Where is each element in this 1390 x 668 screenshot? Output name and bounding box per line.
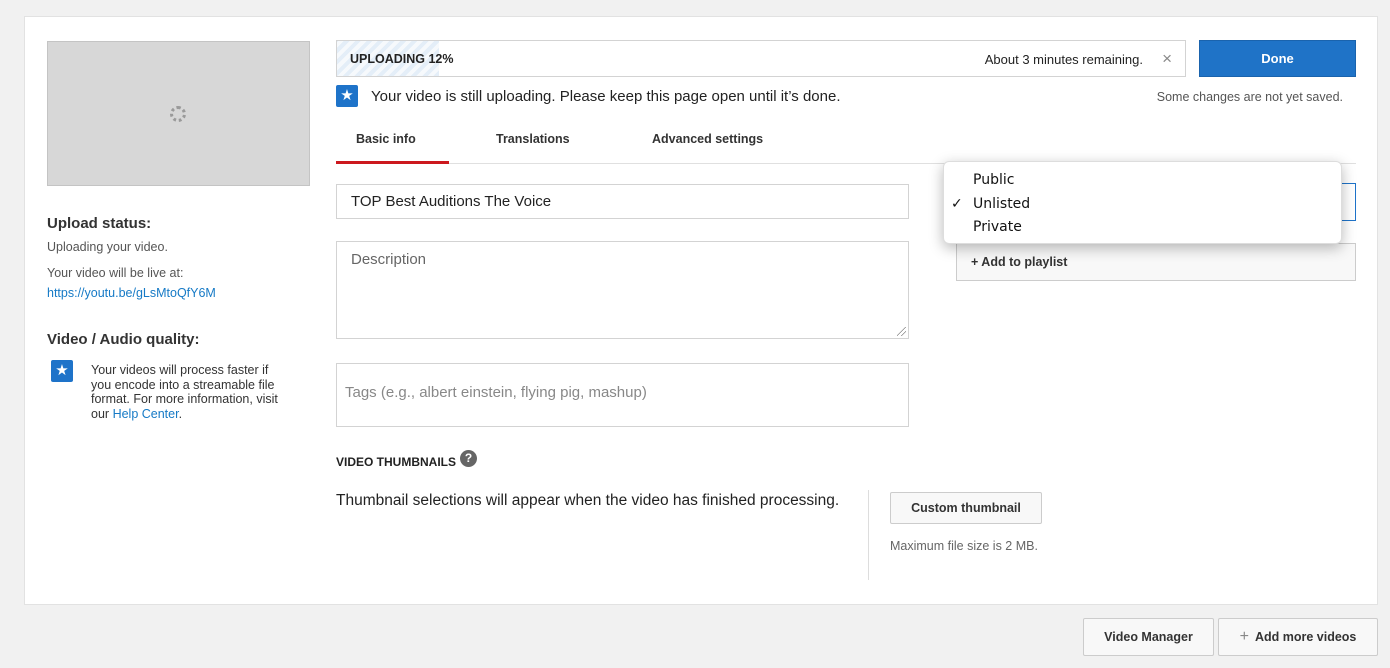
upload-progress-label: UPLOADING 12% <box>350 52 454 66</box>
privacy-option-public[interactable]: Public <box>944 169 1341 193</box>
privacy-option-label: Private <box>973 219 1022 235</box>
live-at-text: Your video will be live at: <box>47 266 184 280</box>
tab-bar: Basic info Translations Advanced setting… <box>336 122 1356 164</box>
video-thumbnails-label: VIDEO THUMBNAILS <box>336 455 456 469</box>
add-to-playlist-button[interactable]: + Add to playlist <box>956 243 1356 281</box>
privacy-dropdown-menu: Public ✓ Unlisted Private <box>943 161 1342 244</box>
privacy-option-label: Public <box>973 172 1015 188</box>
privacy-option-private[interactable]: Private <box>944 216 1341 240</box>
resize-grip-icon[interactable] <box>897 327 906 336</box>
checkmark-icon: ✓ <box>951 195 963 212</box>
active-tab-indicator <box>336 161 449 164</box>
tab-translations[interactable]: Translations <box>496 132 570 146</box>
max-file-size-note: Maximum file size is 2 MB. <box>890 539 1038 553</box>
video-url-link[interactable]: https://youtu.be/gLsMtoQfY6M <box>47 286 216 300</box>
help-center-link[interactable]: Help Center <box>113 407 179 421</box>
quality-heading: Video / Audio quality: <box>47 331 200 348</box>
video-thumbnail-preview <box>47 41 310 186</box>
privacy-option-unlisted[interactable]: ✓ Unlisted <box>944 193 1341 217</box>
question-circle-icon[interactable]: ? <box>460 450 477 467</box>
done-button[interactable]: Done <box>1199 40 1356 77</box>
plus-icon: + <box>1239 628 1249 645</box>
upload-notice-text: Your video is still uploading. Please ke… <box>371 87 841 105</box>
tab-basic-info[interactable]: Basic info <box>356 132 416 146</box>
loading-spinner-icon <box>170 106 186 122</box>
unsaved-note: Some changes are not yet saved. <box>1156 90 1343 104</box>
upload-status-heading: Upload status: <box>47 215 152 232</box>
add-more-videos-button[interactable]: + Add more videos <box>1218 618 1378 656</box>
close-icon[interactable]: × <box>1162 49 1172 69</box>
thumbnail-message: Thumbnail selections will appear when th… <box>336 492 840 509</box>
quality-tip-suffix: . <box>178 406 183 421</box>
upload-status-text: Uploading your video. <box>47 240 168 254</box>
time-remaining: About 3 minutes remaining. <box>984 52 1143 67</box>
custom-thumbnail-button[interactable]: Custom thumbnail <box>890 492 1042 524</box>
tags-input[interactable]: Tags (e.g., albert einstein, flying pig,… <box>336 363 909 427</box>
description-placeholder: Description <box>351 251 427 268</box>
tab-advanced-settings[interactable]: Advanced settings <box>652 132 763 146</box>
title-input[interactable]: TOP Best Auditions The Voice <box>336 184 909 219</box>
upload-progress-bar: UPLOADING 12% About 3 minutes remaining.… <box>336 40 1186 77</box>
star-icon: ★ <box>336 85 358 107</box>
description-input[interactable]: Description <box>336 241 909 339</box>
star-icon: ★ <box>51 360 73 382</box>
privacy-option-label: Unlisted <box>973 195 1031 212</box>
video-manager-button[interactable]: Video Manager <box>1083 618 1214 656</box>
upload-card: Upload status: Uploading your video. You… <box>24 16 1378 605</box>
video-thumbnails-heading: VIDEO THUMBNAILS ? <box>336 450 477 469</box>
quality-tip: Your videos will process faster if you e… <box>91 363 291 421</box>
add-more-videos-label: Add more videos <box>1254 630 1357 644</box>
upload-notice: ★ Your video is still uploading. Please … <box>336 85 841 107</box>
divider <box>868 490 869 580</box>
